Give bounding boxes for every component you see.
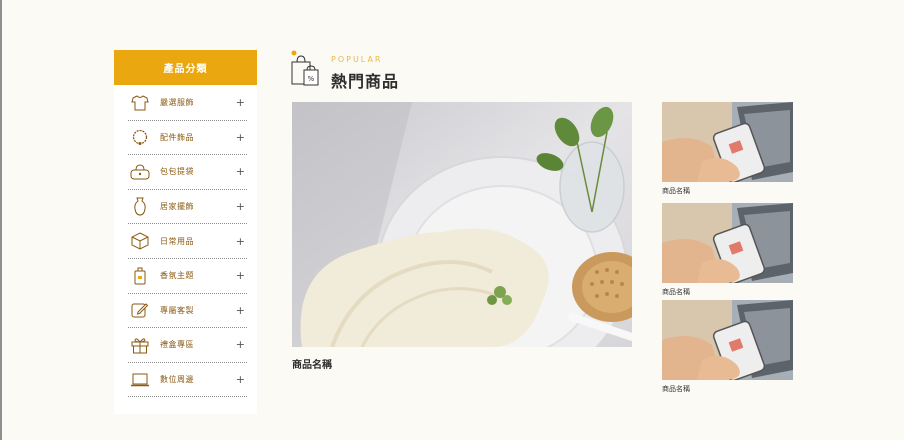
necklace-icon [130,127,150,147]
category-label: 香氛主題 [160,271,194,281]
category-item-home-decor[interactable]: 居家擺飾 + [128,190,247,225]
product-image[interactable] [662,203,793,283]
product-card[interactable]: 商品名稱 [662,300,793,394]
category-sidebar: 產品分類 嚴選服飾 + 配件飾品 + 包包提袋 + 居家擺飾 + 日常用品 + … [114,50,257,414]
expand-icon[interactable]: + [236,374,245,385]
category-item-daily-goods[interactable]: 日常用品 + [128,224,247,259]
shopping-bag-icon: % [290,50,322,86]
category-label: 專屬客製 [160,305,194,315]
page-edge [0,0,2,440]
category-label: 嚴選服飾 [160,98,194,108]
expand-icon[interactable]: + [236,132,245,143]
shirt-icon [130,93,150,113]
expand-icon[interactable]: + [236,339,245,350]
featured-product-image[interactable] [292,102,632,347]
category-label: 包包提袋 [160,167,194,177]
gift-icon [130,335,150,355]
product-name[interactable]: 商品名稱 [662,186,793,196]
svg-text:%: % [308,75,315,83]
featured-product-name[interactable]: 商品名稱 [292,356,332,371]
box-icon [130,231,150,251]
category-label: 配件飾品 [160,132,194,142]
category-item-gift-box[interactable]: 禮盒專區 + [128,328,247,363]
expand-icon[interactable]: + [236,166,245,177]
expand-icon[interactable]: + [236,270,245,281]
expand-icon[interactable]: + [236,305,245,316]
sidebar-header: 產品分類 [114,50,257,85]
perfume-icon [130,266,150,286]
category-item-custom[interactable]: 專屬客製 + [128,294,247,329]
edit-icon [130,300,150,320]
category-item-accessories[interactable]: 配件飾品 + [128,121,247,156]
product-image[interactable] [662,102,793,182]
category-item-fragrance[interactable]: 香氛主題 + [128,259,247,294]
expand-icon[interactable]: + [236,97,245,108]
product-name[interactable]: 商品名稱 [662,384,793,394]
category-label: 禮盒專區 [160,340,194,350]
category-item-digital[interactable]: 數位周邊 + [128,363,247,398]
product-name[interactable]: 商品名稱 [662,287,793,297]
expand-icon[interactable]: + [236,236,245,247]
vase-icon [130,197,150,217]
product-card[interactable]: 商品名稱 [662,203,793,297]
category-item-bags[interactable]: 包包提袋 + [128,155,247,190]
laptop-icon [130,370,150,390]
category-label: 數位周邊 [160,375,194,385]
category-label: 日常用品 [160,236,194,246]
section-title: 熱門商品 [331,72,400,91]
category-list: 嚴選服飾 + 配件飾品 + 包包提袋 + 居家擺飾 + 日常用品 + 香氛主題 … [114,86,257,398]
category-label: 居家擺飾 [160,202,194,212]
product-card[interactable]: 商品名稱 [662,102,793,196]
product-image[interactable] [662,300,793,380]
category-item-clothing[interactable]: 嚴選服飾 + [128,86,247,121]
expand-icon[interactable]: + [236,201,245,212]
handbag-icon [130,162,150,182]
section-subtitle: POPULAR [331,55,383,64]
